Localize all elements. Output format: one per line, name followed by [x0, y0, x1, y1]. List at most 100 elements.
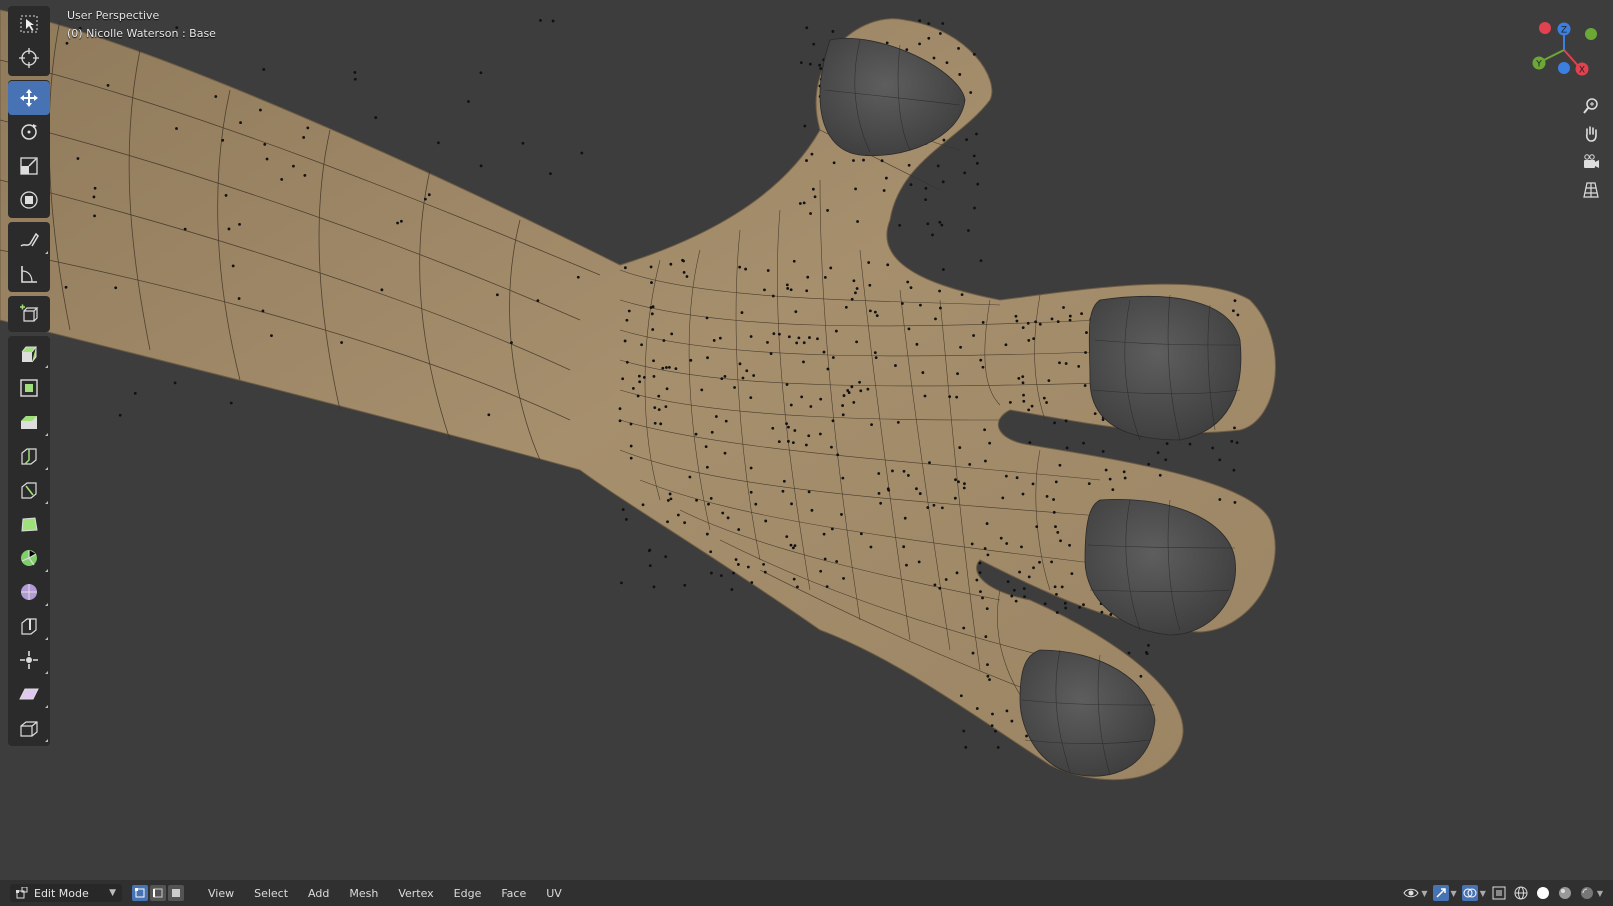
bevel-tool[interactable] [8, 405, 50, 439]
cursor-icon [19, 48, 39, 68]
select-box-icon [20, 15, 38, 33]
knife-tool[interactable] [8, 473, 50, 507]
menu-edge[interactable]: Edge [454, 887, 482, 900]
edge-select-button[interactable] [150, 885, 166, 901]
scale-tool[interactable] [8, 149, 50, 183]
annotate-tool[interactable] [8, 223, 50, 257]
move-icon [20, 89, 38, 107]
spin-tool[interactable] [8, 541, 50, 575]
shear-tool[interactable] [8, 677, 50, 711]
gizmo-neg-y[interactable] [1585, 28, 1597, 40]
edge-slide-icon [21, 618, 37, 635]
viewport-header: Edit Mode ▼ View Select Add Mesh Vertex … [0, 880, 1613, 906]
rendered-sphere-icon [1580, 887, 1593, 899]
inset-tool[interactable] [8, 371, 50, 405]
overlays-icon [1461, 885, 1478, 901]
chevron-down-icon: ▼ [109, 888, 116, 898]
pan-button[interactable] [1579, 120, 1603, 148]
shading-wireframe[interactable] [1512, 884, 1530, 902]
svg-text:Z: Z [1561, 26, 1567, 36]
visibility-toggle[interactable] [1402, 884, 1420, 902]
zoom-icon [1583, 98, 1598, 114]
svg-text:X: X [1579, 66, 1585, 76]
viewport-nav-buttons [1579, 92, 1603, 204]
menu-add[interactable]: Add [308, 887, 329, 900]
rip-tool[interactable] [8, 711, 50, 745]
menu-vertex[interactable]: Vertex [398, 887, 433, 900]
nail-index [1088, 296, 1242, 441]
shading-material[interactable] [1556, 884, 1574, 902]
gizmo-toggle[interactable] [1432, 884, 1450, 902]
select-mode-group [132, 885, 186, 901]
gizmo-neg-x[interactable] [1539, 22, 1551, 34]
loop-cut-tool[interactable] [8, 439, 50, 473]
ortho-toggle-button[interactable] [1579, 176, 1603, 204]
menu-face[interactable]: Face [501, 887, 526, 900]
menu-view[interactable]: View [208, 887, 234, 900]
loop-cut-icon [21, 448, 37, 465]
edge-slide-tool[interactable] [8, 609, 50, 643]
object-name-label: (0) Nicolle Waterson : Base [67, 27, 216, 40]
measure-icon [21, 266, 37, 283]
knife-icon [21, 482, 37, 499]
edit-mode-icon [16, 887, 28, 899]
move-tool[interactable] [8, 81, 50, 115]
solid-sphere-icon [1536, 887, 1549, 899]
gizmo-neg-z[interactable] [1558, 62, 1570, 74]
material-sphere-icon [1558, 887, 1571, 899]
shading-solid[interactable] [1534, 884, 1552, 902]
overlays-toggle[interactable] [1461, 884, 1479, 902]
add-cube-icon [20, 304, 39, 322]
annotate-icon [20, 232, 39, 247]
rotate-icon [21, 124, 37, 140]
menu-uv[interactable]: UV [546, 887, 562, 900]
menu-select[interactable]: Select [254, 887, 288, 900]
mode-dropdown[interactable]: Edit Mode ▼ [10, 884, 122, 902]
xray-icon [1492, 886, 1506, 900]
measure-tool[interactable] [8, 257, 50, 291]
vertex-select-icon [135, 888, 145, 898]
poly-build-icon [21, 517, 38, 532]
xray-toggle[interactable] [1490, 884, 1508, 902]
mode-label: Edit Mode [34, 886, 89, 900]
edge-select-icon [153, 888, 163, 898]
view-name-label: User Perspective [67, 9, 160, 22]
navigation-gizmo[interactable]: X Y Z [1529, 20, 1599, 82]
cursor-tool[interactable] [8, 41, 50, 75]
smooth-icon [21, 584, 37, 600]
shrink-fatten-tool[interactable] [8, 643, 50, 677]
smooth-tool[interactable] [8, 575, 50, 609]
select-box-tool[interactable] [8, 7, 50, 41]
svg-text:Y: Y [1535, 60, 1542, 70]
inset-icon [20, 379, 38, 397]
menu-mesh[interactable]: Mesh [349, 887, 378, 900]
camera-icon [1584, 154, 1599, 168]
poly-build-tool[interactable] [8, 507, 50, 541]
rotate-tool[interactable] [8, 115, 50, 149]
wireframe-sphere-icon [1514, 886, 1528, 900]
face-select-icon [172, 889, 180, 897]
scale-icon [20, 157, 38, 175]
3d-viewport[interactable]: User Perspective (0) Nicolle Waterson : … [0, 0, 1613, 880]
extrude-tool[interactable] [8, 337, 50, 371]
add-cube-tool[interactable] [8, 297, 50, 331]
eye-icon [1403, 888, 1419, 898]
rip-icon [20, 721, 38, 737]
camera-view-button[interactable] [1579, 148, 1603, 176]
spin-icon [21, 550, 37, 566]
header-right-controls: ▼ ▼ ▼ ▼ [1398, 884, 1603, 902]
vertex-select-button[interactable] [132, 885, 148, 901]
shading-rendered[interactable] [1578, 884, 1596, 902]
tool-shelf [8, 6, 50, 750]
shrink-fatten-icon [20, 651, 38, 669]
hand-mesh[interactable] [0, 0, 1613, 880]
ortho-grid-icon [1583, 182, 1599, 198]
bevel-icon [21, 416, 37, 429]
transform-icon [20, 191, 38, 209]
extrude-icon [21, 346, 38, 363]
transform-tool[interactable] [8, 183, 50, 217]
face-select-button[interactable] [168, 885, 184, 901]
zoom-button[interactable] [1579, 92, 1603, 120]
gizmo-icon [1432, 885, 1449, 901]
pan-hand-icon [1585, 126, 1597, 142]
